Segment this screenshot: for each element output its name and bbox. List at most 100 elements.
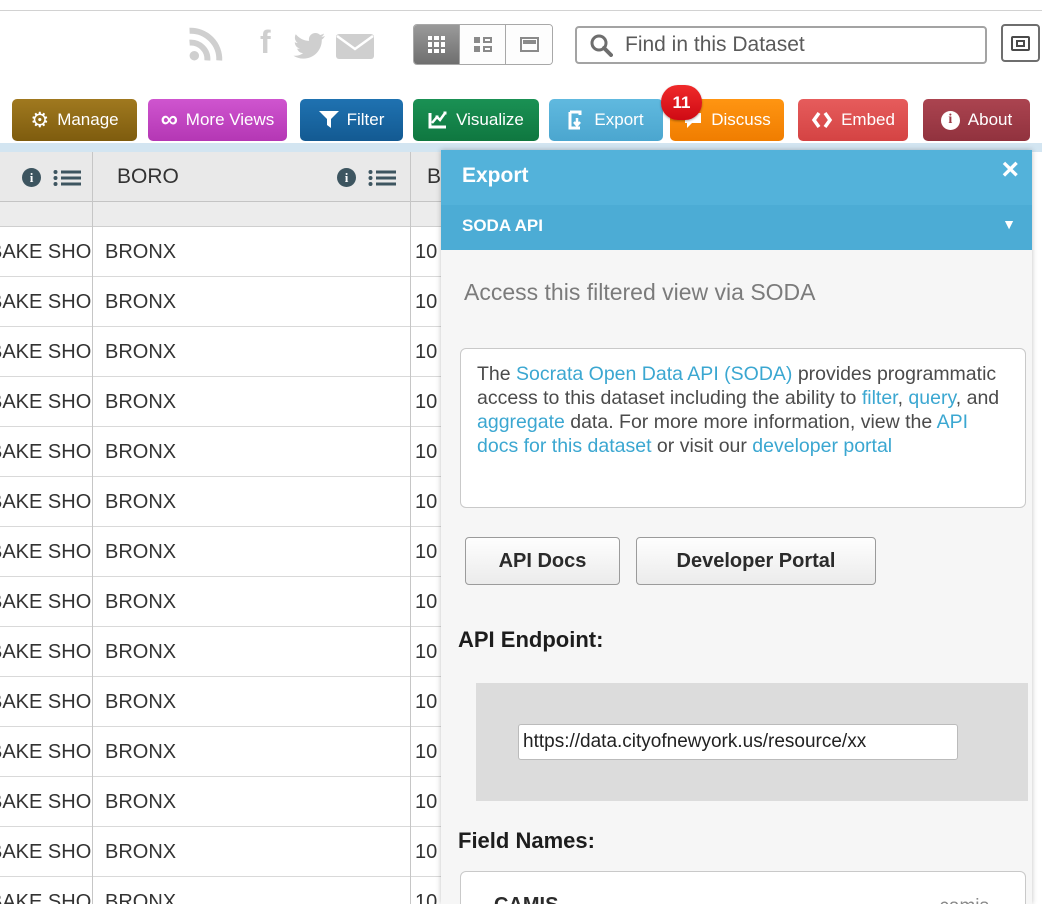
cell-dba[interactable]: BAKE SHO bbox=[0, 877, 91, 904]
cell-boro[interactable]: BRONX bbox=[105, 827, 395, 877]
table-row[interactable]: BAKE SHOBRONX10 bbox=[0, 477, 447, 527]
more-views-label: More Views bbox=[186, 110, 275, 130]
table-row[interactable]: BAKE SHOBRONX10 bbox=[0, 427, 447, 477]
table-row[interactable]: BAKE SHOBRONX10 bbox=[0, 627, 447, 677]
cell-dba[interactable]: BAKE SHO bbox=[0, 627, 91, 677]
api-endpoint-input[interactable] bbox=[518, 724, 958, 760]
api-endpoint-label: API Endpoint: bbox=[458, 627, 603, 653]
cell-dba[interactable]: BAKE SHO bbox=[0, 327, 91, 377]
cell-boro[interactable]: BRONX bbox=[105, 877, 395, 904]
cell-boro[interactable]: BRONX bbox=[105, 777, 395, 827]
cell-boro[interactable]: BRONX bbox=[105, 427, 395, 477]
cell-boro[interactable]: BRONX bbox=[105, 527, 395, 577]
export-panel-body: Access this filtered view via SODA The S… bbox=[441, 250, 1032, 904]
field-name: CAMIS bbox=[494, 894, 558, 904]
table-row[interactable]: BAKE SHOBRONX10 bbox=[0, 677, 447, 727]
search-icon bbox=[589, 33, 613, 57]
cell-boro[interactable]: BRONX bbox=[105, 477, 395, 527]
mail-icon[interactable] bbox=[336, 34, 374, 59]
about-label: About bbox=[968, 110, 1012, 130]
field-names-label: Field Names: bbox=[458, 828, 595, 854]
column-menu-icon[interactable] bbox=[368, 170, 396, 186]
cell-boro[interactable]: BRONX bbox=[105, 577, 395, 627]
cell-dba[interactable]: BAKE SHO bbox=[0, 227, 91, 277]
infinity-icon: ∞ bbox=[161, 111, 178, 129]
cell-boro[interactable]: BRONX bbox=[105, 727, 395, 777]
cell-dba[interactable]: BAKE SHO bbox=[0, 777, 91, 827]
visualize-button[interactable]: Visualize bbox=[413, 99, 539, 141]
embed-button[interactable]: Embed bbox=[798, 99, 908, 141]
rich-list-view-button[interactable] bbox=[460, 25, 506, 64]
cell-boro[interactable]: BRONX bbox=[105, 677, 395, 727]
cell-dba[interactable]: BAKE SHO bbox=[0, 577, 91, 627]
filter-button[interactable]: Filter bbox=[300, 99, 403, 141]
export-button[interactable]: Export bbox=[549, 99, 663, 141]
code-brackets-icon bbox=[811, 111, 833, 129]
soda-api-link[interactable]: Socrata Open Data API (SODA) bbox=[516, 363, 792, 385]
table-view-button[interactable] bbox=[414, 25, 460, 64]
column-info-icon[interactable]: i bbox=[22, 168, 41, 187]
table-row[interactable]: BAKE SHOBRONX10 bbox=[0, 577, 447, 627]
page-view-button[interactable] bbox=[506, 25, 552, 64]
export-panel: Export × SODA API ▼ Access this filtered… bbox=[441, 150, 1032, 904]
export-panel-title: Export bbox=[462, 164, 529, 188]
cell-dba[interactable]: BAKE SHO bbox=[0, 527, 91, 577]
table-row[interactable]: BAKE SHOBRONX10 bbox=[0, 727, 447, 777]
api-endpoint-box bbox=[476, 683, 1028, 801]
column-header-boro[interactable]: BORO bbox=[117, 152, 179, 202]
top-divider bbox=[0, 10, 1042, 11]
facebook-icon[interactable]: f bbox=[260, 24, 271, 61]
dataset-page: f ⚙ Manage ∞ More Views bbox=[0, 0, 1042, 904]
embed-label: Embed bbox=[841, 110, 895, 130]
table-row[interactable]: BAKE SHOBRONX10 bbox=[0, 777, 447, 827]
cell-boro[interactable]: BRONX bbox=[105, 277, 395, 327]
table-row[interactable]: BAKE SHOBRONX10 bbox=[0, 527, 447, 577]
soda-info-box: The Socrata Open Data API (SODA) provide… bbox=[460, 348, 1026, 508]
cell-boro[interactable]: BRONX bbox=[105, 627, 395, 677]
export-label: Export bbox=[594, 110, 643, 130]
more-views-button[interactable]: ∞ More Views bbox=[148, 99, 287, 141]
column-menu-icon[interactable] bbox=[53, 170, 81, 186]
search-input[interactable] bbox=[625, 33, 965, 57]
cell-dba[interactable]: BAKE SHO bbox=[0, 827, 91, 877]
column-divider bbox=[410, 152, 411, 904]
table-row[interactable]: BAKE SHOBRONX10 bbox=[0, 827, 447, 877]
twitter-icon[interactable] bbox=[292, 32, 326, 60]
query-link[interactable]: query bbox=[908, 387, 955, 409]
cell-dba[interactable]: BAKE SHO bbox=[0, 427, 91, 477]
soda-api-section-header[interactable]: SODA API ▼ bbox=[441, 205, 1032, 250]
table-row[interactable]: BAKE SHOBRONX10 bbox=[0, 377, 447, 427]
view-toggle-group bbox=[413, 24, 553, 65]
cell-dba[interactable]: BAKE SHO bbox=[0, 677, 91, 727]
manage-button[interactable]: ⚙ Manage bbox=[12, 99, 137, 141]
close-icon[interactable]: × bbox=[1001, 155, 1019, 185]
rss-icon[interactable] bbox=[186, 26, 224, 64]
aggregate-link[interactable]: aggregate bbox=[477, 411, 565, 433]
field-names-box: CAMIS camis bbox=[460, 871, 1026, 904]
table-row[interactable]: BAKE SHOBRONX10 bbox=[0, 227, 447, 277]
cell-boro[interactable]: BRONX bbox=[105, 327, 395, 377]
table-row[interactable]: BAKE SHOBRONX10 bbox=[0, 327, 447, 377]
info-text: data. For more more information, view th… bbox=[565, 411, 937, 433]
api-docs-button[interactable]: API Docs bbox=[465, 537, 620, 585]
developer-portal-button[interactable]: Developer Portal bbox=[636, 537, 876, 585]
developer-portal-link[interactable]: developer portal bbox=[752, 435, 892, 457]
table-row[interactable]: BAKE SHOBRONX10 bbox=[0, 277, 447, 327]
about-button[interactable]: i About bbox=[923, 99, 1030, 141]
discuss-label: Discuss bbox=[711, 110, 771, 130]
cell-dba[interactable]: BAKE SHO bbox=[0, 477, 91, 527]
cell-dba[interactable]: BAKE SHO bbox=[0, 377, 91, 427]
filter-link[interactable]: filter bbox=[862, 387, 898, 409]
dataset-table: i BORO i BUILDING BAKE SHOBRONX10 BAKE S… bbox=[0, 152, 447, 904]
export-panel-header: Export × bbox=[441, 150, 1032, 205]
funnel-icon bbox=[319, 111, 339, 129]
column-info-icon[interactable]: i bbox=[337, 168, 356, 187]
table-row[interactable]: BAKE SHOBRONX10 bbox=[0, 877, 447, 904]
cell-boro[interactable]: BRONX bbox=[105, 377, 395, 427]
find-in-dataset-search[interactable] bbox=[575, 26, 987, 64]
info-icon: i bbox=[941, 111, 960, 130]
cell-dba[interactable]: BAKE SHO bbox=[0, 727, 91, 777]
fullscreen-button[interactable] bbox=[1001, 24, 1040, 62]
cell-boro[interactable]: BRONX bbox=[105, 227, 395, 277]
cell-dba[interactable]: BAKE SHO bbox=[0, 277, 91, 327]
